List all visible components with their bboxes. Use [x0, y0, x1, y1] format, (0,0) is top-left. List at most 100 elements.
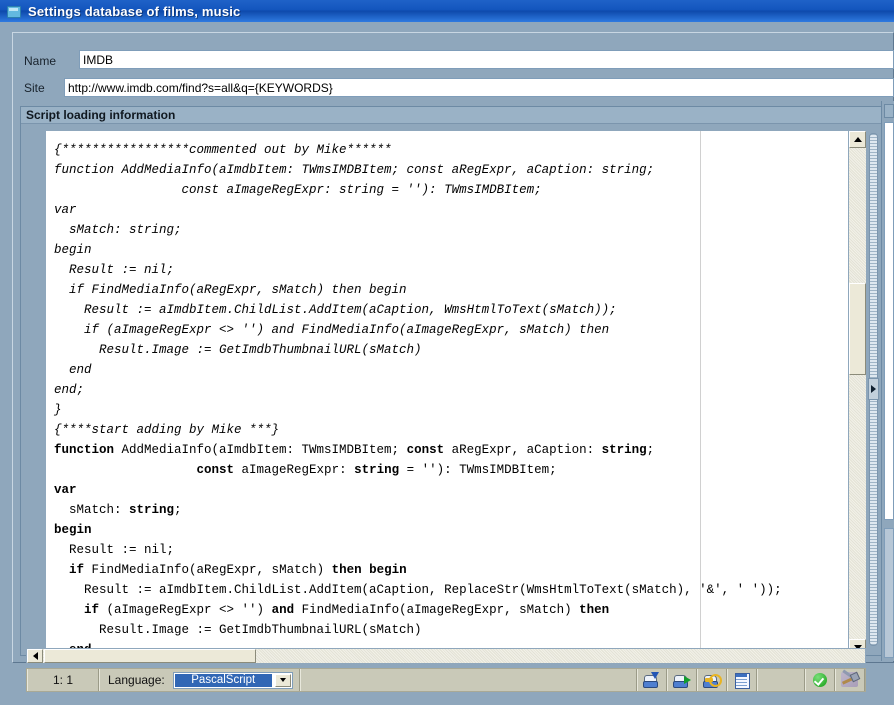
code-line: function AddMediaInfo(aImdbItem: TWmsIMD…: [54, 440, 782, 460]
settings-database-window: Settings database of films, music Name S…: [0, 0, 894, 705]
code-text-area[interactable]: {*****************commented out by Mike*…: [46, 131, 848, 656]
right-panel-header: [884, 104, 894, 118]
code-token: const: [197, 463, 235, 477]
run-button[interactable]: [667, 669, 697, 691]
horizontal-scroll-thumb[interactable]: [44, 649, 256, 663]
code-line: if (aImageRegExpr <> '') and FindMediaIn…: [54, 320, 782, 340]
code-line: if FindMediaInfo(aRegExpr, sMatch) then …: [54, 560, 782, 580]
code-line: var: [54, 480, 782, 500]
code-token: ;: [647, 443, 655, 457]
code-token: AddMediaInfo(aImdbItem: TWmsIMDBItem;: [114, 443, 407, 457]
code-line: Result := nil;: [54, 260, 782, 280]
title-bar: Settings database of films, music: [0, 0, 894, 22]
code-line: begin: [54, 520, 782, 540]
code-token: then: [579, 603, 609, 617]
status-bar: 1: 1 Language: PascalScript: [26, 668, 866, 692]
hammer-wrench-icon: [841, 672, 859, 688]
code-token: Result := aImdbItem.ChildList.AddItem(aC…: [54, 583, 782, 597]
step-over-button[interactable]: [637, 669, 667, 691]
code-token: begin: [54, 243, 92, 257]
code-token: string: [602, 443, 647, 457]
editor-vertical-scrollbar[interactable]: [848, 131, 866, 656]
grid-sheet-icon: [733, 672, 751, 688]
status-empty-cell: [757, 669, 805, 691]
code-token: [54, 463, 197, 477]
code-line: end;: [54, 380, 782, 400]
code-line: begin: [54, 240, 782, 260]
watch-list-button[interactable]: [727, 669, 757, 691]
code-content[interactable]: {*****************commented out by Mike*…: [54, 140, 782, 656]
code-token: if FindMediaInfo(aRegExpr, sMatch) then …: [54, 283, 407, 297]
right-panel-lower[interactable]: [884, 528, 894, 658]
code-line: {*****************commented out by Mike*…: [54, 140, 782, 160]
chevron-down-icon[interactable]: [275, 674, 291, 687]
code-token: aImageRegExpr:: [234, 463, 354, 477]
code-token: ;: [174, 503, 182, 517]
vertical-scroll-thumb[interactable]: [849, 283, 866, 375]
code-line: const aImageRegExpr: string = ''): TWmsI…: [54, 180, 782, 200]
chevron-right-icon[interactable]: [868, 378, 879, 400]
language-value[interactable]: PascalScript: [175, 674, 272, 687]
hand-blue-arrow-icon: [643, 672, 661, 688]
code-token: const aImageRegExpr: string = ''): TWmsI…: [54, 183, 542, 197]
code-token: Result := aImdbItem.ChildList.AddItem(aC…: [54, 303, 617, 317]
hand-green-play-icon: [673, 672, 691, 688]
script-group-title: Script loading information: [26, 108, 175, 122]
code-token: Result.Image := GetImdbThumbnailURL(sMat…: [54, 623, 422, 637]
code-token: if (aImageRegExpr <> '') and FindMediaIn…: [54, 323, 609, 337]
name-input[interactable]: [79, 50, 894, 69]
code-line: }: [54, 400, 782, 420]
site-input[interactable]: [64, 78, 894, 97]
code-token: function AddMediaInfo(aImdbItem: TWmsIMD…: [54, 163, 654, 177]
window-title: Settings database of films, music: [28, 4, 241, 19]
language-selector-cell: Language: PascalScript: [99, 669, 300, 691]
check-syntax-button[interactable]: [805, 669, 835, 691]
code-token: const: [407, 443, 445, 457]
code-line: sMatch: string;: [54, 220, 782, 240]
code-token: sMatch: string;: [54, 223, 182, 237]
code-token: if: [69, 563, 84, 577]
editor-horizontal-scrollbar[interactable]: [26, 648, 866, 664]
site-label: Site: [24, 81, 45, 95]
code-token: end: [54, 363, 92, 377]
code-token: [54, 563, 69, 577]
right-panel-list[interactable]: [884, 122, 894, 520]
code-line: const aImageRegExpr: string = ''): TWmsI…: [54, 460, 782, 480]
code-token: var: [54, 483, 77, 497]
code-token: FindMediaInfo(aImageRegExpr, sMatch): [294, 603, 579, 617]
code-token: begin: [54, 523, 92, 537]
code-line: Result := nil;: [54, 540, 782, 560]
keys-button[interactable]: [697, 669, 727, 691]
code-token: (aImageRegExpr <> ''): [99, 603, 272, 617]
code-token: {****start adding by Mike ***}: [54, 423, 279, 437]
code-line: {****start adding by Mike ***}: [54, 420, 782, 440]
language-combobox[interactable]: PascalScript: [173, 672, 293, 689]
code-line: end: [54, 360, 782, 380]
scroll-up-arrow-icon[interactable]: [849, 131, 866, 148]
code-token: function: [54, 443, 114, 457]
code-line: Result := aImdbItem.ChildList.AddItem(aC…: [54, 580, 782, 600]
code-line: Result.Image := GetImdbThumbnailURL(sMat…: [54, 620, 782, 640]
code-token: [54, 603, 84, 617]
vertical-scroll-track[interactable]: [849, 148, 866, 639]
language-label: Language:: [108, 673, 165, 687]
tools-button[interactable]: [835, 669, 865, 691]
code-token: = ''): TWmsIMDBItem;: [399, 463, 557, 477]
status-toolbar: [637, 669, 865, 691]
code-token: Result.Image := GetImdbThumbnailURL(sMat…: [54, 343, 422, 357]
code-line: Result.Image := GetImdbThumbnailURL(sMat…: [54, 340, 782, 360]
code-token: sMatch:: [54, 503, 129, 517]
scroll-left-arrow-icon[interactable]: [27, 649, 43, 663]
database-icon: [6, 5, 21, 18]
cursor-position: 1: 1: [27, 669, 99, 691]
code-token: }: [54, 403, 62, 417]
code-token: Result := nil;: [54, 263, 174, 277]
status-spacer: [300, 669, 637, 691]
code-token: var: [54, 203, 77, 217]
name-label: Name: [24, 54, 56, 68]
window-bottom-edge: [0, 694, 894, 705]
code-editor[interactable]: {*****************commented out by Mike*…: [46, 131, 866, 656]
code-token: Result := nil;: [54, 543, 174, 557]
code-token: aRegExpr, aCaption:: [444, 443, 602, 457]
hand-keys-icon: [703, 672, 721, 688]
